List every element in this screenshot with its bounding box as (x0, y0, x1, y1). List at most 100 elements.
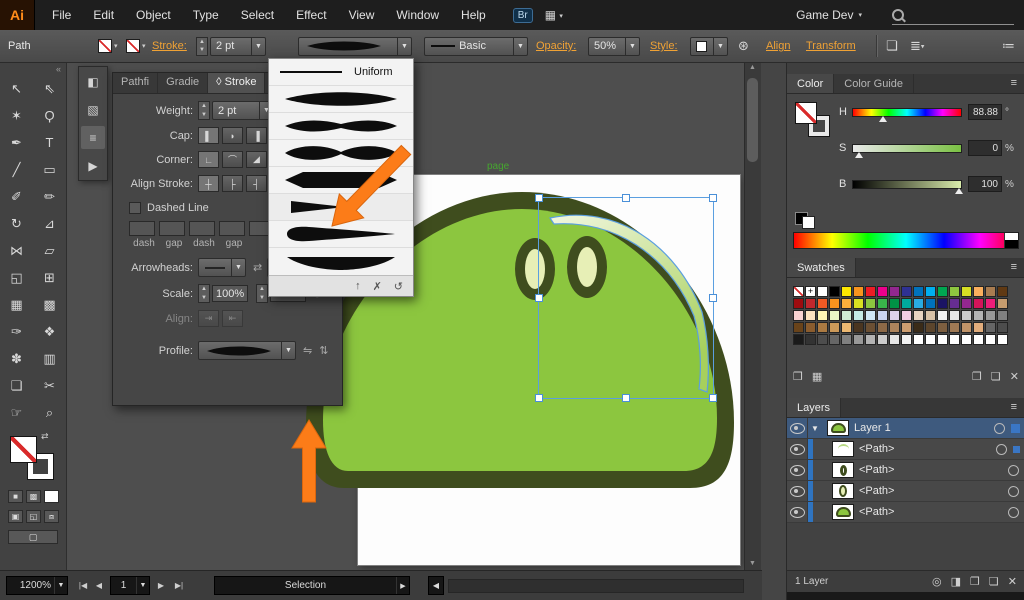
symbol-sprayer-tool[interactable]: ✽ (0, 345, 33, 372)
new-color-group-icon[interactable]: ❐ (972, 370, 982, 383)
recolor-artwork-icon[interactable]: ⊛ (738, 38, 749, 54)
swatch[interactable] (853, 286, 864, 297)
swatch[interactable] (817, 298, 828, 309)
control-panel-menu-icon[interactable]: ≔ (1002, 38, 1015, 54)
swatch[interactable] (841, 334, 852, 345)
swatch[interactable] (997, 286, 1008, 297)
swatch[interactable] (925, 334, 936, 345)
actions-panel-icon[interactable]: ▶ (81, 154, 105, 177)
align-stroke-inside-button[interactable]: ├ (222, 175, 243, 192)
bevel-join-button[interactable]: ◢ (246, 151, 267, 168)
tab-gradient[interactable]: Gradie (158, 73, 208, 93)
transform-panel-link[interactable]: Transform (806, 40, 856, 52)
pathfinder-panel-icon[interactable]: ◧ (81, 70, 105, 93)
swatch[interactable] (865, 310, 876, 321)
panel-menu-icon[interactable]: ≡ (1003, 258, 1024, 277)
swatch[interactable] (985, 334, 996, 345)
swatch[interactable] (889, 286, 900, 297)
swatch[interactable] (961, 298, 972, 309)
swatch[interactable] (889, 310, 900, 321)
saturation-value-input[interactable]: 0 (968, 140, 1002, 156)
width-profile-option-7[interactable] (269, 248, 413, 275)
layer-name[interactable]: <Path> (859, 485, 894, 497)
artboard-navigation-select[interactable]: 1▼ (110, 576, 150, 595)
swatch[interactable] (961, 334, 972, 345)
selection-handle[interactable] (535, 394, 543, 402)
swatch[interactable] (937, 298, 948, 309)
disclosure-triangle-icon[interactable]: ▼ (808, 424, 822, 433)
stroke-panel-icon[interactable]: ≡ (81, 126, 105, 149)
menu-object[interactable]: Object (125, 0, 182, 30)
weight-stepper[interactable]: ▲▼ (198, 101, 210, 120)
menu-view[interactable]: View (338, 0, 386, 30)
swatch[interactable] (913, 322, 924, 333)
gradient-tool[interactable]: ▩ (33, 291, 66, 318)
panel-menu-icon[interactable]: ≡ (1003, 398, 1024, 417)
tab-pathfinder[interactable]: Pathfi (113, 73, 158, 93)
draw-behind-icon[interactable]: ◱ (26, 510, 41, 523)
lasso-tool[interactable]: Ϙ (33, 102, 66, 129)
collapse-toolbar-icon[interactable]: « (56, 64, 61, 74)
screen-mode-button[interactable]: ▢ (8, 530, 58, 544)
hue-value-input[interactable]: 88.88 (968, 104, 1002, 120)
spectrum-black-swatch[interactable] (1004, 240, 1018, 248)
swatch[interactable] (877, 286, 888, 297)
style-select[interactable]: ▼ (690, 37, 728, 56)
type-tool[interactable]: T (33, 129, 66, 156)
artboard-tool[interactable]: ❏ (0, 372, 33, 399)
color-button[interactable]: ■ (8, 490, 23, 503)
layer-row[interactable]: <Path> (787, 481, 1024, 502)
menu-effect[interactable]: Effect (285, 0, 337, 30)
white-swatch[interactable] (802, 216, 815, 229)
weight-select[interactable]: 2 pt▼ (212, 101, 274, 120)
style-link[interactable]: Style: (650, 40, 678, 52)
swatch[interactable] (877, 334, 888, 345)
align-stroke-center-button[interactable]: ┼ (198, 175, 219, 192)
swatch[interactable] (817, 334, 828, 345)
menu-edit[interactable]: Edit (82, 0, 125, 30)
align-arrowhead-tip-button[interactable]: ⇥ (198, 310, 219, 327)
menu-type[interactable]: Type (182, 0, 230, 30)
swatch[interactable] (805, 310, 816, 321)
none-button[interactable] (44, 490, 59, 503)
swatch[interactable] (961, 286, 972, 297)
swatch[interactable] (793, 310, 804, 321)
brush-definition-select[interactable]: Basic ▼ (424, 37, 528, 56)
align-panel-link[interactable]: Align (766, 40, 790, 52)
dashed-line-checkbox[interactable] (129, 202, 141, 214)
scale-start-input[interactable]: 100% (212, 285, 248, 302)
swatch[interactable] (793, 322, 804, 333)
swatch[interactable] (949, 298, 960, 309)
scroll-up-icon[interactable]: ▲ (745, 62, 760, 74)
scale-tool[interactable]: ⊿ (33, 210, 66, 237)
perspective-grid-tool[interactable]: ⊞ (33, 264, 66, 291)
scale-start-stepper[interactable]: ▲▼ (198, 284, 210, 303)
visibility-toggle[interactable] (787, 460, 808, 480)
layer-row[interactable]: ▼ Layer 1 (787, 418, 1024, 439)
swatch[interactable] (925, 286, 936, 297)
first-artboard-button[interactable]: |◀ (74, 576, 92, 595)
swatch[interactable] (853, 298, 864, 309)
swatch[interactable] (829, 334, 840, 345)
target-circle-icon[interactable] (996, 444, 1007, 455)
slice-tool[interactable]: ✂ (33, 372, 66, 399)
search-field[interactable] (892, 6, 1014, 25)
app-logo[interactable]: Ai (0, 0, 35, 30)
hue-slider[interactable] (852, 108, 962, 117)
visibility-toggle[interactable] (787, 502, 808, 522)
dash-input[interactable] (129, 221, 155, 236)
selection-bounding-box[interactable] (538, 197, 714, 399)
align-arrowhead-end-button[interactable]: ⇤ (222, 310, 243, 327)
selection-handle[interactable] (709, 294, 717, 302)
variable-width-profile-select[interactable]: ▼ (298, 37, 412, 56)
menu-help[interactable]: Help (450, 0, 497, 30)
width-profile-option-3[interactable] (269, 140, 413, 167)
swatch[interactable] (961, 310, 972, 321)
swatch[interactable] (817, 322, 828, 333)
gap-input[interactable] (219, 221, 245, 236)
delete-layer-icon[interactable]: ✕ (1008, 575, 1017, 588)
hue-slider-thumb[interactable] (879, 116, 887, 122)
arrowhead-start-select[interactable]: ▼ (198, 258, 246, 277)
mesh-tool[interactable]: ▦ (0, 291, 33, 318)
saturation-slider-thumb[interactable] (855, 152, 863, 158)
